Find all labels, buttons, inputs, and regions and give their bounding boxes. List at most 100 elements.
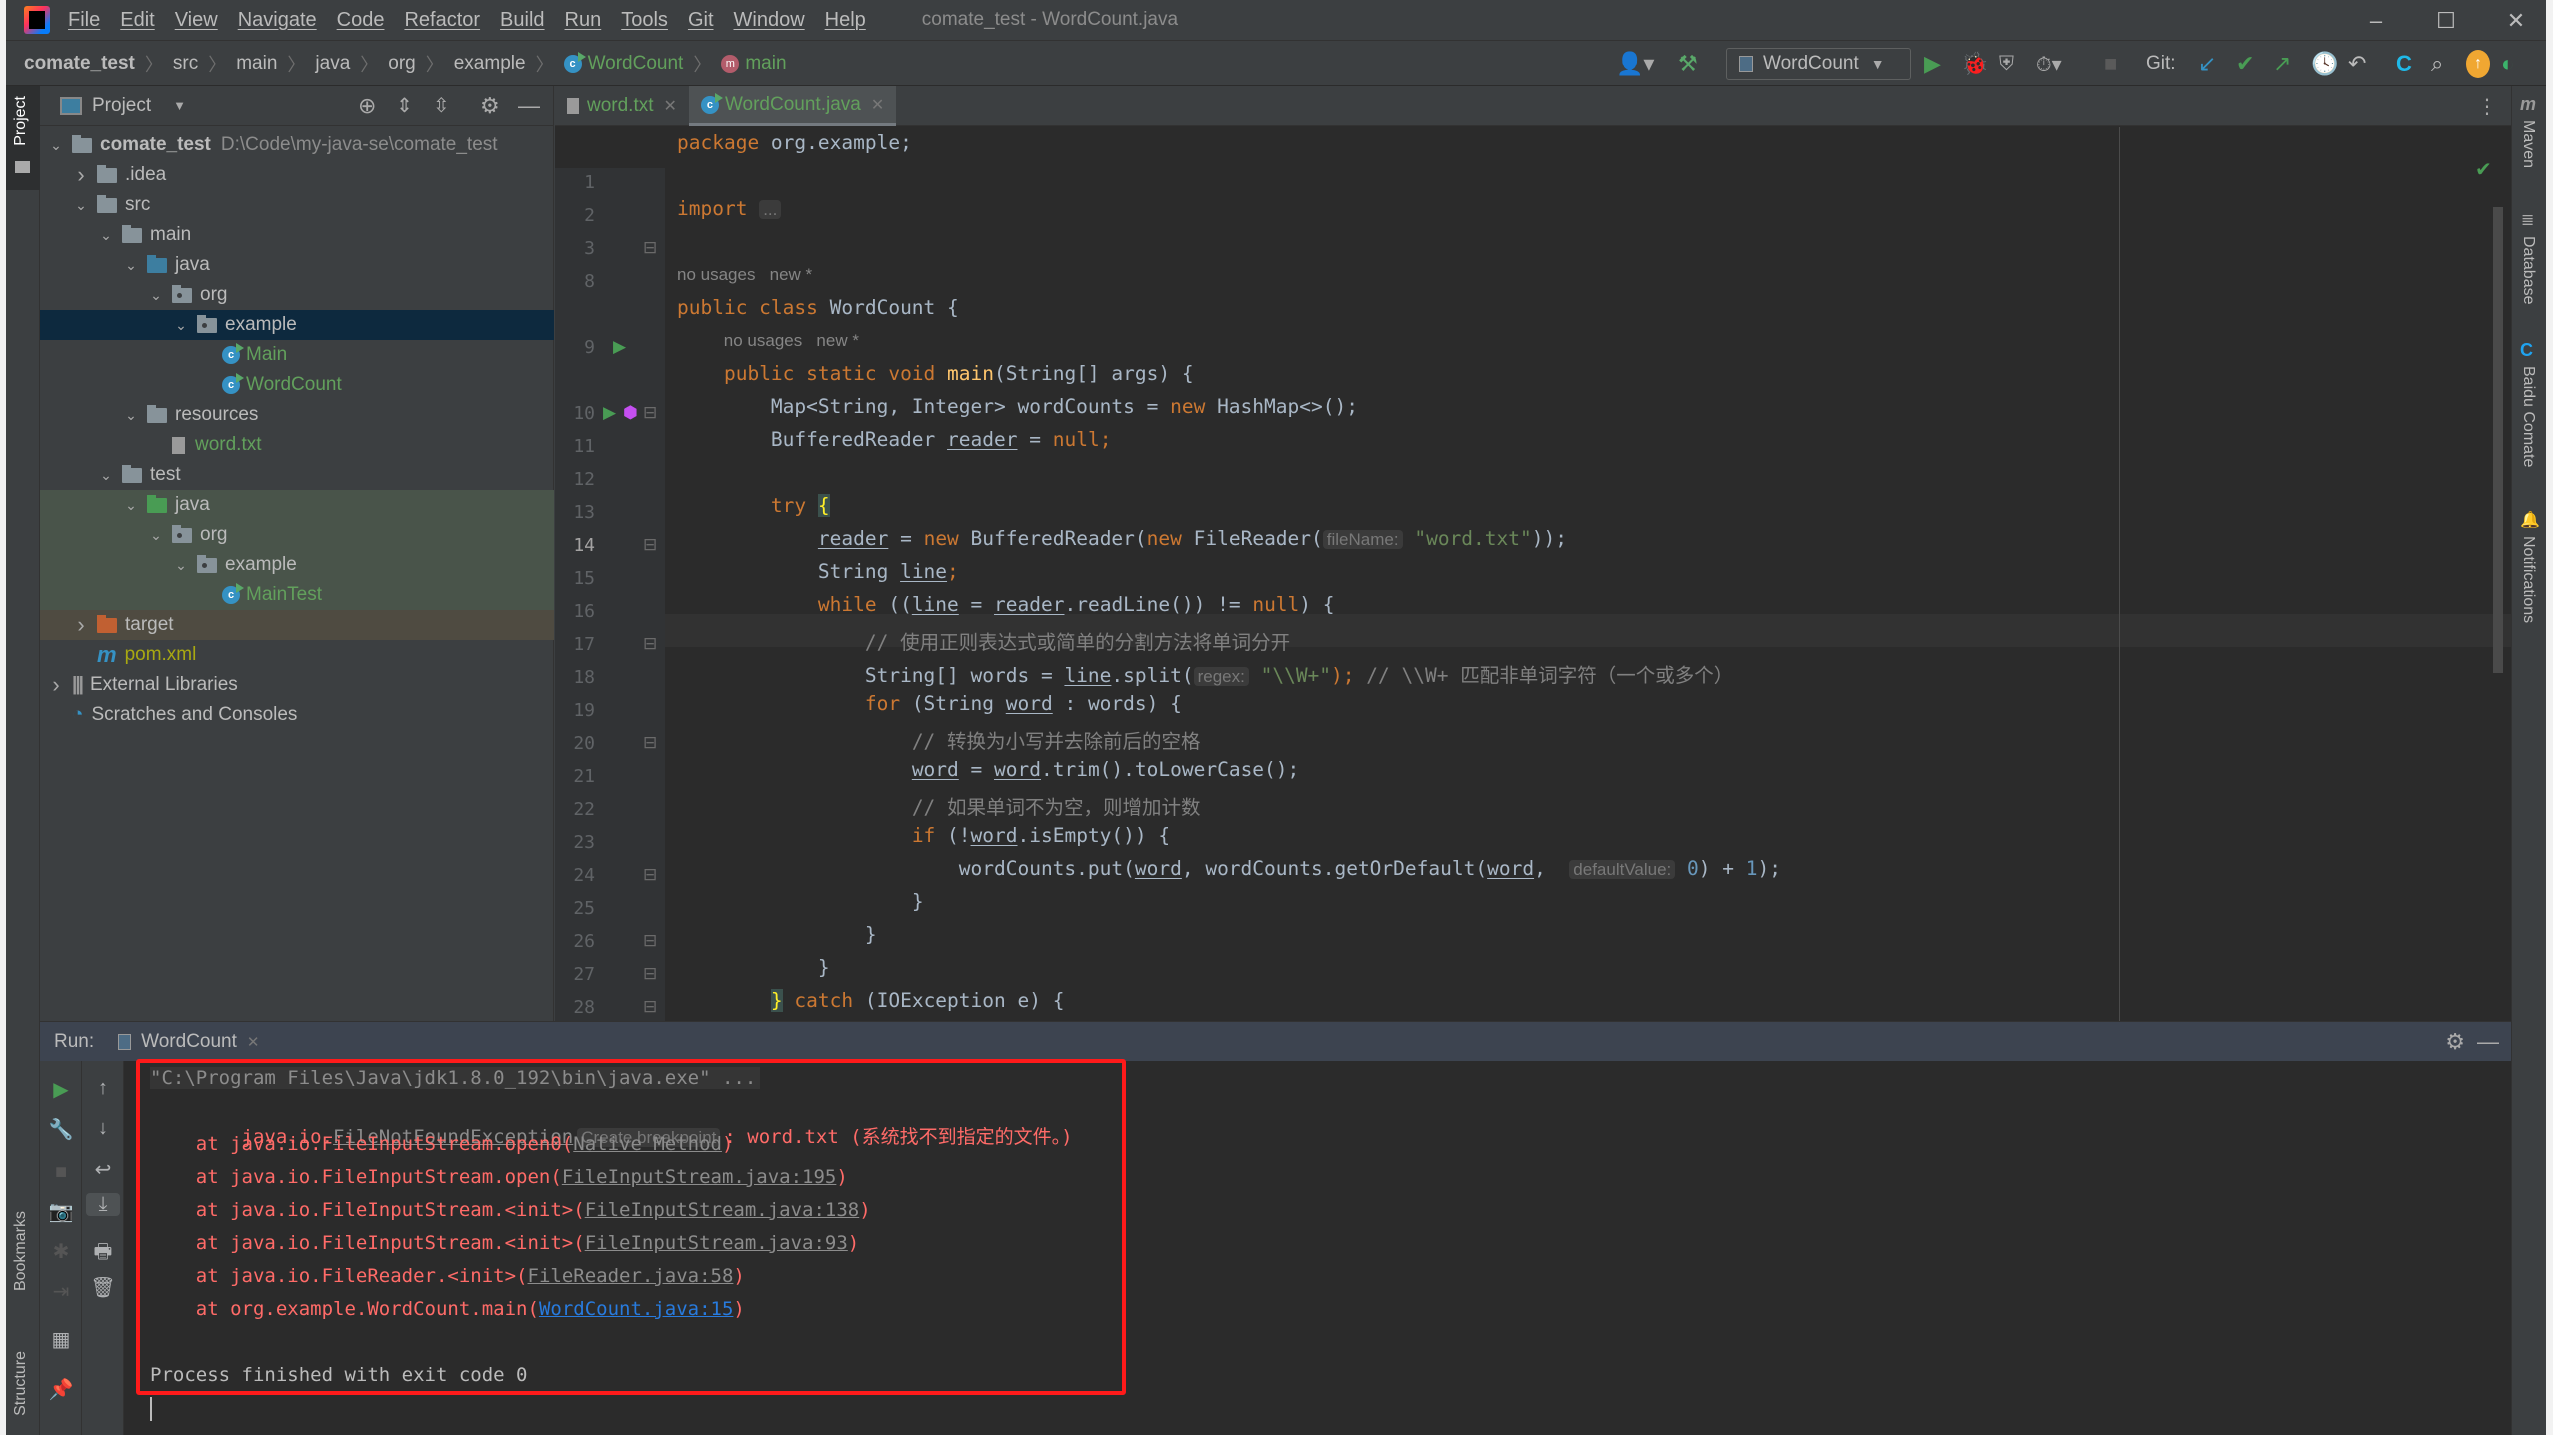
gear-icon[interactable]: ⚙ (480, 93, 500, 119)
breadcrumb-org[interactable]: org (388, 53, 415, 75)
chevron-down-icon[interactable]: ⌄ (73, 197, 89, 214)
tree-item[interactable]: › .idea (40, 160, 554, 190)
tree-item[interactable]: ⌄ comate_test D:\Code\my-java-se\comate_te… (40, 130, 554, 160)
scroll-to-end-icon[interactable]: ⤓ (86, 1193, 120, 1216)
tree-item[interactable]: › target (40, 610, 554, 640)
layout-icon[interactable]: ▦ (40, 1327, 82, 1352)
stop-icon[interactable]: ■ (2104, 50, 2117, 78)
tree-item[interactable]: ⌄ example (40, 550, 554, 580)
chevron-right-icon[interactable]: › (73, 162, 89, 188)
git-history-icon[interactable]: 🕓 (2311, 50, 2338, 78)
menu-code[interactable]: Code (337, 9, 385, 32)
breadcrumb-wordcount[interactable]: c WordCount (563, 51, 683, 75)
chevron-down-icon[interactable]: ⌄ (123, 257, 139, 274)
trash-icon[interactable]: 🗑 (82, 1275, 124, 1300)
build-hammer-icon[interactable]: ⚒ (1678, 50, 1698, 78)
comate-icon[interactable]: C (2396, 50, 2412, 78)
tree-item[interactable]: m pom.xml (40, 640, 554, 670)
menu-edit[interactable]: Edit (120, 9, 154, 32)
more-options-icon[interactable]: ⋮ (2477, 94, 2497, 119)
tree-item[interactable]: word.txt (40, 430, 554, 460)
tree-item[interactable]: ⌄ example (40, 310, 554, 340)
chevron-right-icon[interactable]: › (73, 612, 89, 638)
run-config-dropdown[interactable]: WordCount ▼ (1726, 48, 1911, 80)
breadcrumb-project[interactable]: comate_test (24, 53, 135, 75)
chevron-down-icon[interactable]: ⌄ (123, 407, 139, 424)
minimize-button[interactable]: – (2341, 0, 2411, 41)
tree-item[interactable]: c Main (40, 340, 554, 370)
chevron-down-icon[interactable]: ⌄ (98, 467, 114, 484)
tree-item[interactable]: ⌄ main (40, 220, 554, 250)
stop-icon[interactable]: ■ (40, 1161, 82, 1184)
breadcrumb-example[interactable]: example (454, 53, 526, 75)
chevron-right-icon[interactable]: › (48, 672, 64, 698)
chevron-down-icon[interactable]: ⌄ (173, 317, 189, 334)
fold-marker-icon[interactable]: ⊟ (643, 865, 657, 885)
run-gutter-icon[interactable]: ▶ (603, 403, 616, 423)
fold-marker-icon[interactable]: ⊟ (643, 964, 657, 984)
tree-item[interactable]: › ||| External Libraries (40, 670, 554, 700)
tree-item[interactable]: ⌄ test (40, 460, 554, 490)
chevron-down-icon[interactable]: ⌄ (148, 287, 164, 304)
pin-icon[interactable]: 📌 (40, 1377, 82, 1402)
menu-view[interactable]: View (175, 9, 218, 32)
hide-panel-icon[interactable]: — (518, 93, 540, 119)
chevron-down-icon[interactable]: ⌄ (123, 497, 139, 514)
tree-item[interactable]: ◔ Scratches and Consoles (40, 700, 554, 730)
comate-tool-tab[interactable]: Baidu Comate (2519, 366, 2537, 467)
up-arrow-icon[interactable]: ↑ (82, 1077, 124, 1100)
wrench-icon[interactable]: 🔧 (40, 1117, 82, 1142)
tree-item[interactable]: c MainTest (40, 580, 554, 610)
comate-gutter-icon[interactable]: ⬢ (623, 403, 638, 423)
tree-item[interactable]: ⌄ org (40, 280, 554, 310)
run-tab-wordcount[interactable]: WordCount ✕ (118, 1031, 259, 1053)
breadcrumb-main[interactable]: main (236, 53, 277, 75)
menu-file[interactable]: File (68, 9, 100, 32)
hide-panel-icon[interactable]: — (2477, 1029, 2499, 1055)
menu-tools[interactable]: Tools (621, 9, 668, 32)
chevron-down-icon[interactable]: ⌄ (148, 527, 164, 544)
git-push-icon[interactable]: ↗ (2273, 50, 2291, 78)
source-link[interactable]: FileReader.java:58 (528, 1265, 734, 1287)
notifications-tool-tab[interactable]: Notifications (2519, 536, 2537, 623)
chevron-down-icon[interactable]: ▼ (173, 98, 186, 113)
chevron-down-icon[interactable]: ⌄ (48, 137, 64, 154)
menu-build[interactable]: Build (500, 9, 544, 32)
menu-run[interactable]: Run (565, 9, 602, 32)
expand-all-icon[interactable]: ⇕ (396, 93, 413, 118)
plugin-icon[interactable]: ◐ (2501, 50, 2514, 78)
rollback-icon[interactable]: ↶ (2348, 50, 2366, 78)
project-tool-tab[interactable]: Project (6, 86, 40, 190)
structure-tool-tab[interactable]: Structure (12, 1351, 30, 1416)
source-link[interactable]: WordCount.java:15 (539, 1298, 733, 1320)
tree-item[interactable]: c WordCount (40, 370, 554, 400)
git-commit-icon[interactable]: ✔ (2236, 50, 2254, 78)
menu-navigate[interactable]: Navigate (238, 9, 317, 32)
down-arrow-icon[interactable]: ↓ (82, 1117, 124, 1140)
run-gutter-icon[interactable]: ▶ (613, 337, 626, 357)
tree-item[interactable]: ⌄ resources (40, 400, 554, 430)
tree-item[interactable]: ⌄ src (40, 190, 554, 220)
code-lens[interactable]: no usages new * (724, 331, 859, 351)
fold-marker-icon[interactable]: ⊟ (643, 403, 657, 423)
breadcrumb-src[interactable]: src (173, 53, 198, 75)
breadcrumb-method-main[interactable]: m main (721, 53, 787, 75)
close-window-button[interactable]: ✕ (2481, 0, 2551, 41)
camera-icon[interactable]: 📷 (40, 1199, 82, 1224)
profile-icon[interactable]: ⏱▾ (2036, 50, 2062, 78)
tab-word-txt[interactable]: word.txt ✕ (555, 86, 689, 126)
fold-marker-icon[interactable]: ⊟ (643, 997, 657, 1017)
database-tool-tab[interactable]: Database (2519, 236, 2537, 305)
folded-imports[interactable]: ... (759, 200, 782, 219)
export-threads-icon[interactable]: ✱ (40, 1239, 82, 1264)
run-icon[interactable]: ▶ (1924, 50, 1941, 78)
source-link[interactable]: Native Method (573, 1133, 722, 1155)
menu-git[interactable]: Git (688, 9, 714, 32)
menu-window[interactable]: Window (734, 9, 805, 32)
close-tab-icon[interactable]: ✕ (664, 96, 677, 116)
user-account-icon[interactable]: 👤▾ (1616, 50, 1654, 78)
fold-marker-icon[interactable]: ⊟ (643, 733, 657, 753)
fold-marker-icon[interactable]: ⊟ (643, 238, 657, 258)
fold-marker-icon[interactable]: ⊟ (643, 931, 657, 951)
source-link[interactable]: FileInputStream.java:93 (585, 1232, 848, 1254)
